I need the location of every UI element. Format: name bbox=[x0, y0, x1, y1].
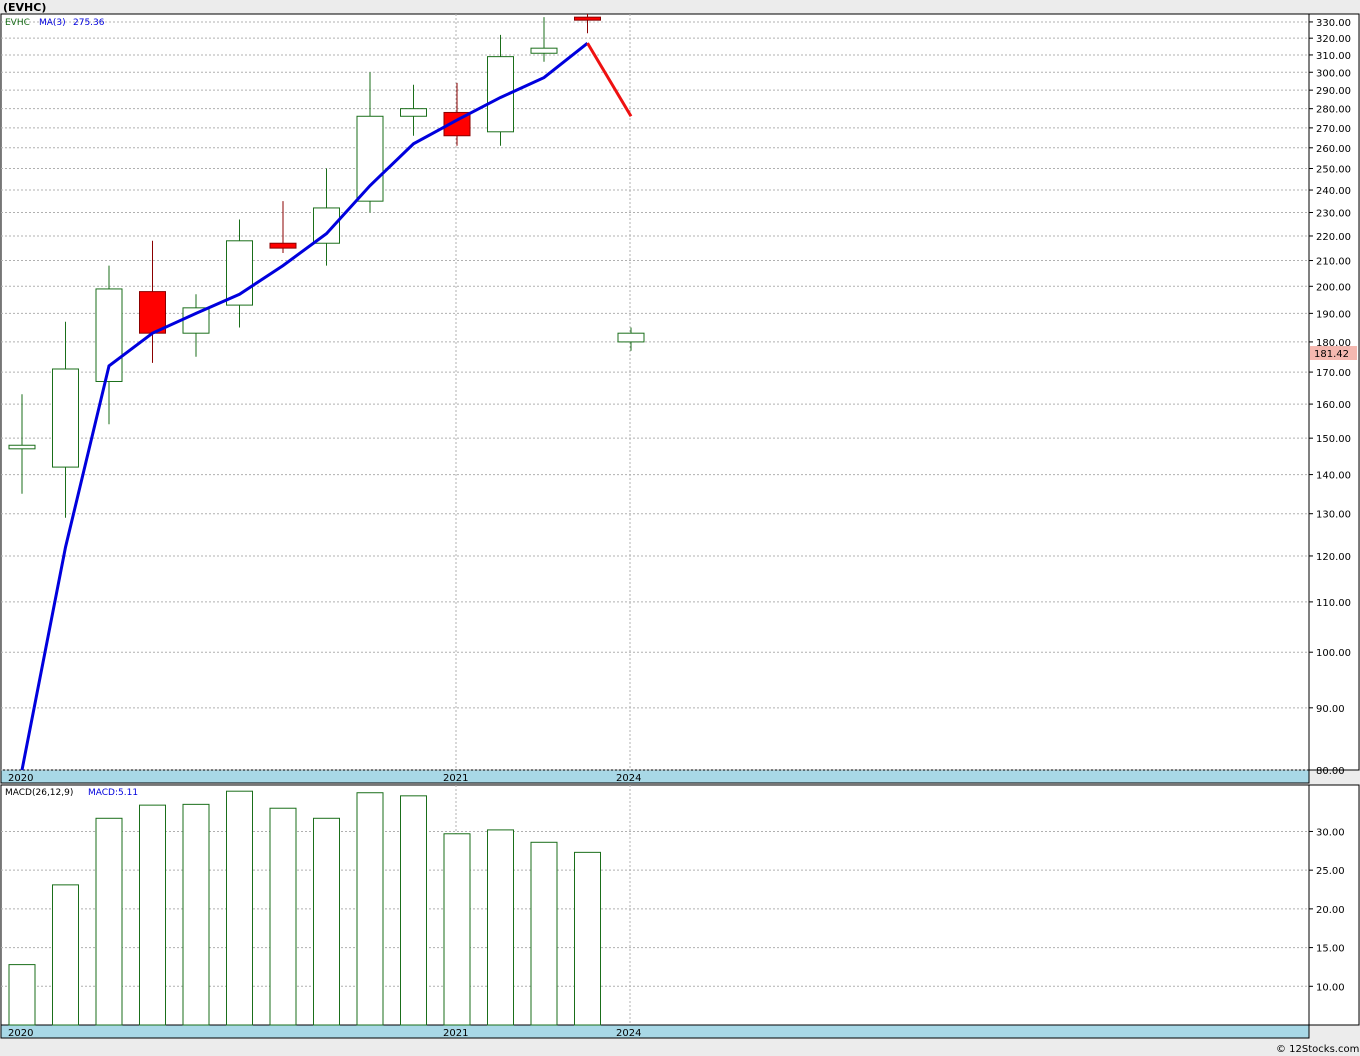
macd-bar bbox=[8, 964, 36, 1026]
price-tick-label: 290.00 bbox=[1316, 86, 1351, 97]
macd-x-label-2021: 2021 bbox=[443, 1028, 468, 1039]
candle-body bbox=[356, 115, 384, 202]
price-tick-label: 270.00 bbox=[1316, 124, 1351, 135]
ma-value: 275.36 bbox=[73, 18, 105, 28]
macd-bar bbox=[182, 803, 210, 1026]
price-tick-label: 260.00 bbox=[1316, 144, 1351, 155]
macd-bar bbox=[487, 829, 514, 1026]
candle-body bbox=[52, 368, 79, 468]
footer-credit: © 12Stocks.com bbox=[1276, 1044, 1359, 1055]
ticker-label: EVHC bbox=[5, 18, 30, 28]
price-tick-label: 100.00 bbox=[1316, 648, 1351, 659]
candle-body bbox=[269, 242, 297, 249]
macd-bar bbox=[139, 804, 166, 1026]
price-tick-label: 140.00 bbox=[1316, 471, 1351, 482]
candle-body bbox=[139, 291, 166, 334]
price-tick-label: 330.00 bbox=[1316, 18, 1351, 29]
macd-tick-label: 25.00 bbox=[1316, 866, 1345, 877]
price-tick-label: 130.00 bbox=[1316, 510, 1351, 521]
price-tick-label: 90.00 bbox=[1316, 704, 1345, 715]
price-tick-label: 80.00 bbox=[1316, 766, 1345, 777]
macd-bar bbox=[95, 817, 123, 1026]
ma-label: MA(3) bbox=[39, 18, 66, 28]
price-tick-label: 110.00 bbox=[1316, 598, 1351, 609]
price-tick-label: 230.00 bbox=[1316, 209, 1351, 220]
macd-bar bbox=[443, 833, 471, 1026]
price-tick-label: 320.00 bbox=[1316, 34, 1351, 45]
candle-body bbox=[617, 332, 645, 343]
price-tick-label: 280.00 bbox=[1316, 105, 1351, 116]
price-tick-label: 120.00 bbox=[1316, 552, 1351, 563]
macd-time-band bbox=[0, 1024, 1310, 1039]
candle-body bbox=[530, 47, 558, 54]
price-tick-label: 190.00 bbox=[1316, 309, 1351, 320]
candle-body bbox=[8, 444, 36, 450]
chart-title: (EVHC) bbox=[3, 1, 46, 14]
price-tick-label: 150.00 bbox=[1316, 434, 1351, 445]
macd-tick-label: 30.00 bbox=[1316, 827, 1345, 838]
macd-bar bbox=[356, 792, 384, 1026]
price-time-band bbox=[0, 769, 1310, 784]
macd-bar bbox=[574, 851, 601, 1026]
candle-body bbox=[400, 108, 427, 117]
price-x-label-2020: 2020 bbox=[8, 773, 33, 784]
price-x-label-2024: 2024 bbox=[616, 773, 641, 784]
price-x-label-2021: 2021 bbox=[443, 773, 468, 784]
price-tick-label: 200.00 bbox=[1316, 282, 1351, 293]
macd-bar bbox=[226, 790, 253, 1026]
last-price-value: 181.42 bbox=[1314, 349, 1349, 360]
macd-tick-label: 20.00 bbox=[1316, 905, 1345, 916]
price-tick-label: 240.00 bbox=[1316, 186, 1351, 197]
macd-bar bbox=[530, 841, 558, 1026]
macd-x-label-2024: 2024 bbox=[616, 1028, 641, 1039]
macd-bar bbox=[269, 807, 297, 1026]
macd-bar bbox=[400, 795, 427, 1026]
price-tick-label: 250.00 bbox=[1316, 164, 1351, 175]
macd-value-label: MACD:5.11 bbox=[88, 788, 138, 798]
macd-label: MACD(26,12,9) bbox=[5, 788, 73, 798]
price-tick-label: 160.00 bbox=[1316, 400, 1351, 411]
candle-body bbox=[574, 16, 601, 21]
macd-bar bbox=[52, 884, 79, 1026]
price-tick-label: 210.00 bbox=[1316, 257, 1351, 268]
macd-x-label-2020: 2020 bbox=[8, 1028, 33, 1039]
price-tick-label: 220.00 bbox=[1316, 232, 1351, 243]
macd-bar bbox=[313, 817, 340, 1026]
macd-tick-label: 10.00 bbox=[1316, 982, 1345, 993]
candle-body bbox=[182, 307, 210, 334]
stock-chart: 80.00 90.00 100.00 110.00 120.00 130.00 140.00… bbox=[0, 1, 1360, 1055]
macd-tick-label: 15.00 bbox=[1316, 944, 1345, 955]
price-tick-label: 170.00 bbox=[1316, 368, 1351, 379]
price-tick-label: 300.00 bbox=[1316, 68, 1351, 79]
price-tick-label: 310.00 bbox=[1316, 51, 1351, 62]
